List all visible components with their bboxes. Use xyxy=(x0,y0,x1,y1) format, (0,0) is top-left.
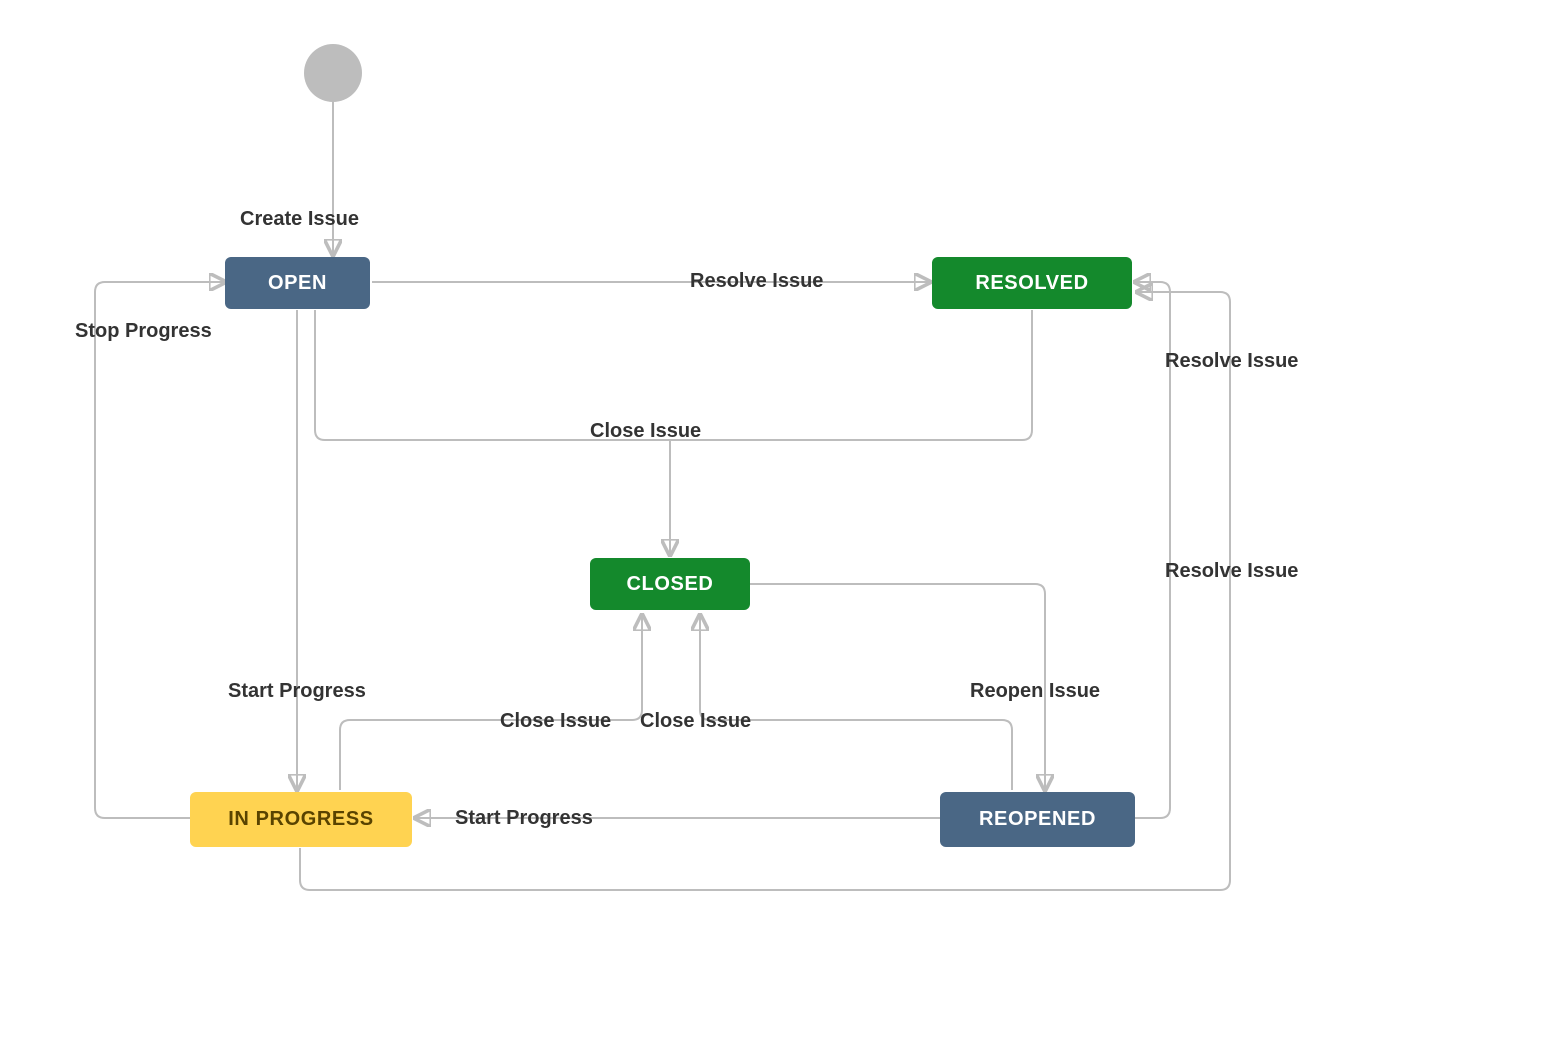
label-close-issue-inprogress: Close Issue xyxy=(500,710,611,733)
label-close-issue-reopened: Close Issue xyxy=(640,710,751,733)
state-in-progress: IN PROGRESS xyxy=(190,792,412,847)
start-node xyxy=(304,44,362,102)
label-start-progress-reopened: Start Progress xyxy=(455,807,593,830)
state-reopened-label: REOPENED xyxy=(979,808,1096,831)
edge-close-issue-inprogress xyxy=(340,615,642,790)
label-resolve-issue-inprogress: Resolve Issue xyxy=(1165,560,1298,583)
label-stop-progress: Stop Progress xyxy=(75,320,212,343)
label-resolve-issue: Resolve Issue xyxy=(690,270,823,293)
state-open: OPEN xyxy=(225,257,370,309)
workflow-diagram: OPEN RESOLVED CLOSED IN PROGRESS REOPENE… xyxy=(0,0,1557,1047)
label-resolve-issue-reopened: Resolve Issue xyxy=(1165,350,1298,373)
state-closed-label: CLOSED xyxy=(627,573,714,596)
edges-layer xyxy=(0,0,1557,1047)
edge-close-issue-reopened xyxy=(700,615,1012,790)
state-open-label: OPEN xyxy=(268,272,327,295)
state-closed: CLOSED xyxy=(590,558,750,610)
state-resolved: RESOLVED xyxy=(932,257,1132,309)
edge-stop-progress xyxy=(95,282,225,818)
label-close-issue: Close Issue xyxy=(590,420,701,443)
label-create-issue: Create Issue xyxy=(240,208,359,231)
state-in-progress-label: IN PROGRESS xyxy=(228,808,374,831)
state-resolved-label: RESOLVED xyxy=(975,272,1088,295)
label-reopen-issue: Reopen Issue xyxy=(970,680,1100,703)
label-start-progress-open: Start Progress xyxy=(228,680,366,703)
state-reopened: REOPENED xyxy=(940,792,1135,847)
